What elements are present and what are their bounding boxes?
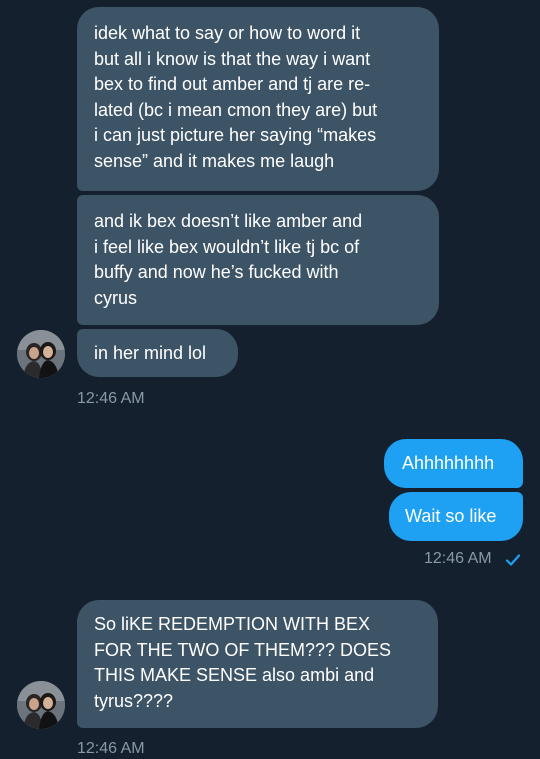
message-timestamp: 12:46 AM bbox=[424, 550, 492, 567]
avatar-photo bbox=[17, 330, 65, 378]
message-bubble-outgoing[interactable]: Wait so like bbox=[389, 492, 523, 541]
message-bubble-outgoing[interactable]: Ahhhhhhhh bbox=[384, 439, 523, 488]
avatar-photo bbox=[17, 681, 65, 729]
message-bubble-incoming[interactable]: So liKE REDEMPTION WITH BEX FOR THE TWO … bbox=[77, 600, 438, 728]
message-timestamp: 12:46 AM bbox=[77, 740, 145, 757]
message-timestamp: 12:46 AM bbox=[77, 390, 145, 407]
message-bubble-incoming[interactable]: idek what to say or how to word it but a… bbox=[77, 7, 439, 191]
avatar[interactable] bbox=[17, 330, 65, 378]
message-bubble-incoming[interactable]: in her mind lol bbox=[77, 329, 238, 377]
check-icon bbox=[505, 554, 521, 566]
avatar[interactable] bbox=[17, 681, 65, 729]
message-bubble-incoming[interactable]: and ik bex doesn’t like amber and i feel… bbox=[77, 195, 439, 325]
